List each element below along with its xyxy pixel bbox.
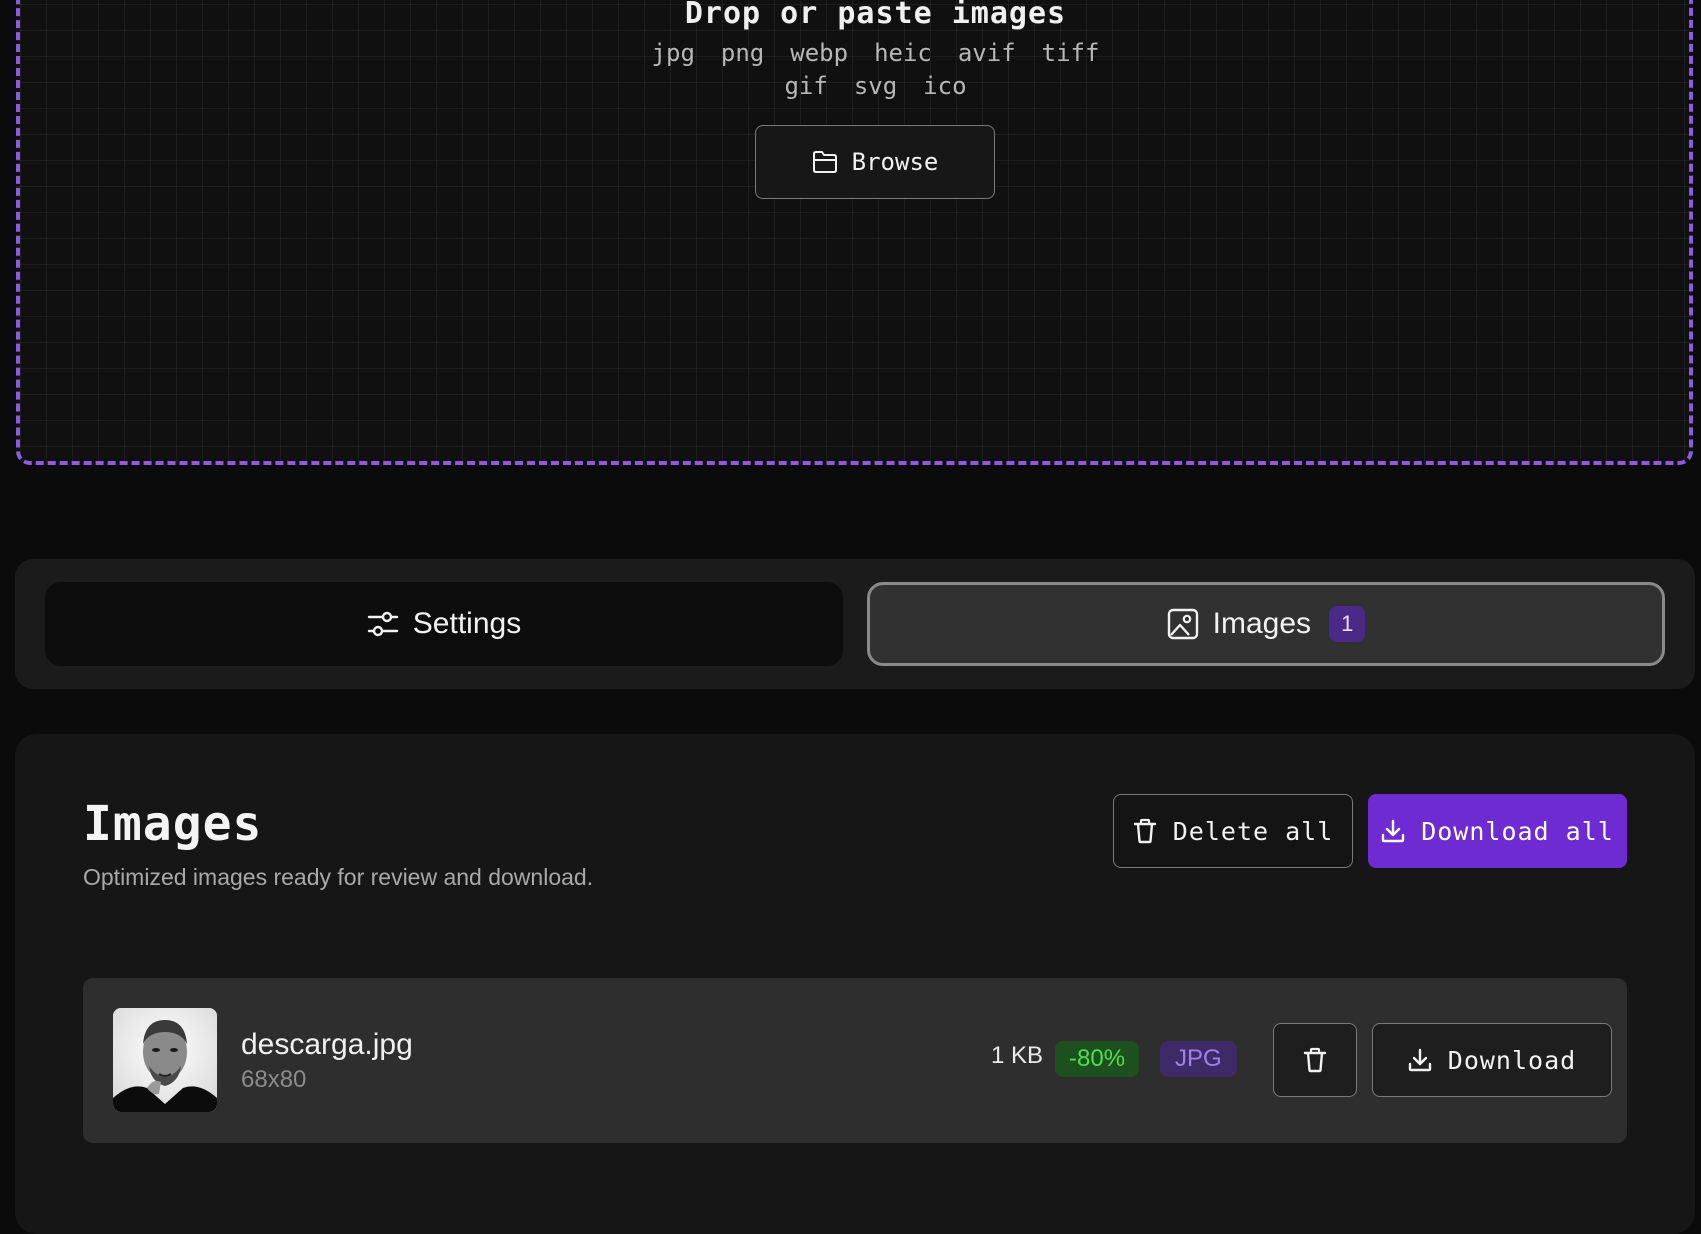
format-label: tiff: [1041, 39, 1100, 67]
savings-badge: -80%: [1055, 1041, 1140, 1077]
format-label: gif: [784, 72, 828, 100]
format-label: ico: [923, 72, 967, 100]
format-label: heic: [874, 39, 932, 67]
drop-zone[interactable]: Drop or paste images jpg png webp heic avif t…: [16, 0, 1693, 465]
delete-image-button[interactable]: [1273, 1023, 1357, 1097]
image-thumbnail: [113, 1008, 217, 1112]
format-label: png: [720, 39, 765, 67]
format-label: jpg: [651, 39, 695, 67]
delete-all-button[interactable]: Delete all: [1113, 794, 1353, 868]
format-badge: JPG: [1160, 1041, 1237, 1077]
format-label: avif: [957, 39, 1016, 67]
format-label: webp: [790, 39, 849, 67]
download-image-button[interactable]: Download: [1372, 1023, 1612, 1097]
image-list-item: descarga.jpg 68x80 1 KB -80% JPG Downloa…: [83, 978, 1627, 1143]
supported-formats-row-2: gif svg ico: [20, 72, 1701, 100]
download-icon: [1408, 1048, 1431, 1072]
file-size: 1 KB: [991, 1042, 1044, 1069]
supported-formats-row-1: jpg png webp heic avif tiff: [20, 39, 1701, 67]
file-name: descarga.jpg: [241, 1028, 413, 1061]
download-icon: [1381, 819, 1405, 843]
browse-label: Browse: [851, 148, 939, 176]
download-all-button[interactable]: Download all: [1368, 794, 1627, 868]
tab-settings-label: Settings: [412, 607, 522, 640]
drop-title: Drop or paste images: [684, 0, 1067, 31]
trash-icon: [1303, 1047, 1327, 1073]
download-label: Download: [1447, 1045, 1577, 1075]
browse-button[interactable]: Browse: [755, 125, 995, 199]
tab-images[interactable]: Images 1: [867, 582, 1665, 666]
tab-settings[interactable]: Settings: [45, 582, 843, 666]
images-panel: Images Optimized images ready for review…: [15, 734, 1695, 1234]
delete-all-label: Delete all: [1172, 816, 1334, 846]
portrait-thumbnail: [113, 1008, 217, 1112]
sliders-icon: [367, 611, 398, 637]
image-icon: [1167, 608, 1198, 640]
tab-images-label: Images: [1212, 607, 1312, 640]
trash-icon: [1133, 818, 1156, 844]
file-dimensions: 68x80: [241, 1066, 307, 1093]
format-label: svg: [853, 72, 898, 100]
images-count-badge: 1: [1329, 606, 1366, 642]
tab-bar: Settings Images 1: [15, 559, 1695, 689]
panel-subtitle: Optimized images ready for review and do…: [83, 864, 594, 890]
download-all-label: Download all: [1421, 816, 1614, 846]
panel-title: Images: [83, 796, 263, 852]
folder-icon: [812, 151, 837, 173]
